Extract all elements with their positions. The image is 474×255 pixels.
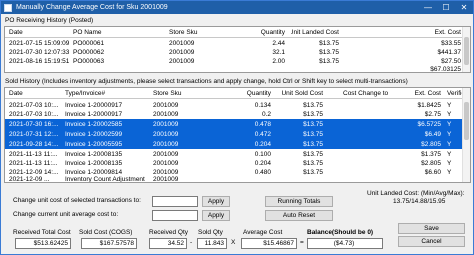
col-ext-cost[interactable]: Ext. Cost bbox=[403, 88, 443, 98]
col-quantity[interactable]: Quantity bbox=[223, 88, 273, 98]
auto-reset-button[interactable]: Auto Reset bbox=[265, 210, 333, 221]
balance-label: Balance(Should be 0) bbox=[307, 229, 374, 236]
sold-date: 2021-07-03 10:... bbox=[9, 110, 59, 118]
balance-value: ($4.73) bbox=[307, 238, 383, 249]
sold-vertical-scrollbar[interactable] bbox=[462, 88, 470, 182]
sold-date: 2021-09-28 14:... bbox=[9, 140, 59, 148]
save-button[interactable]: Save bbox=[398, 223, 465, 234]
unit-landed-cost-value: 13.75/14.88/15.95 bbox=[393, 198, 446, 205]
sold-cost-change[interactable] bbox=[341, 139, 401, 149]
close-button[interactable]: ✕ bbox=[455, 1, 473, 14]
sold-date: 2021-12-09 ... bbox=[9, 176, 50, 182]
sold-ext-cost: $2.75 bbox=[424, 110, 441, 118]
window-app-icon bbox=[4, 3, 12, 12]
sold-sku: 2001009 bbox=[153, 120, 179, 128]
col-type-invoice[interactable]: Type/Invoice# bbox=[63, 88, 143, 98]
col-po-name[interactable]: PO Name bbox=[71, 27, 151, 37]
sold-history-label: Sold History (Includes inventory adjustm… bbox=[5, 78, 408, 85]
apply-avg-cost-button[interactable]: Apply bbox=[202, 210, 230, 221]
scroll-thumb[interactable] bbox=[464, 37, 469, 65]
received-total-cost-label: Received Total Cost bbox=[13, 229, 71, 236]
sold-sku: 2001009 bbox=[153, 140, 179, 148]
sold-invoice: Invoice 1-20005595 bbox=[65, 140, 123, 148]
minimize-button[interactable]: — bbox=[419, 1, 437, 14]
sold-unit-cost: $13.75 bbox=[303, 120, 323, 128]
table-row[interactable]: 2021-12-09 ... Inventory Count Adjustmen… bbox=[5, 176, 464, 182]
sold-cost-change[interactable] bbox=[341, 119, 401, 129]
sold-invoice: Invoice 1-20000917 bbox=[65, 110, 123, 118]
sold-sku: 2001009 bbox=[153, 176, 179, 182]
sold-history-table[interactable]: Date Type/Invoice# Store Sku Quantity Un… bbox=[4, 87, 471, 183]
sold-ext-cost: $6.49 bbox=[424, 130, 441, 138]
sold-qty: 0.478 bbox=[254, 120, 271, 128]
sold-invoice: Inventory Count Adjustment bbox=[65, 176, 145, 182]
average-cost-label: Average Cost bbox=[243, 229, 283, 236]
sold-unit-cost: $13.75 bbox=[303, 110, 323, 118]
col-unit-landed-cost[interactable]: Unit Landed Cost bbox=[291, 27, 341, 37]
col-ext-cost[interactable]: Ext. Cost bbox=[395, 27, 463, 37]
unit-landed-cost-label: Unit Landed Cost: (Min/Avg/Max): bbox=[367, 190, 465, 197]
received-qty-value: 34.52 bbox=[149, 238, 187, 249]
po-total-row: $67.03125 bbox=[5, 64, 464, 73]
running-totals-button[interactable]: Running Totals bbox=[265, 196, 333, 207]
cancel-button[interactable]: Cancel bbox=[398, 236, 465, 247]
received-total-cost-value: $513.62425 bbox=[15, 238, 71, 249]
received-qty-label: Received Qty bbox=[149, 229, 189, 236]
sold-date: 2021-07-31 12:... bbox=[9, 130, 59, 138]
sold-unit-cost: $13.75 bbox=[303, 130, 323, 138]
col-store-sku[interactable]: Store Sku bbox=[167, 27, 227, 37]
col-store-sku[interactable]: Store Sku bbox=[151, 88, 211, 98]
sold-qty: 0.2 bbox=[261, 110, 271, 118]
sold-table-header: Date Type/Invoice# Store Sku Quantity Un… bbox=[5, 88, 465, 99]
table-row-selected[interactable]: 2021-07-30 16:... Invoice 1-20002585 200… bbox=[5, 119, 464, 129]
change-unit-cost-input[interactable] bbox=[152, 196, 198, 207]
sold-ext-cost: $2.805 bbox=[421, 140, 441, 148]
equals-sign: = bbox=[300, 239, 304, 246]
sold-date: 2021-07-30 16:... bbox=[9, 120, 59, 128]
change-unit-cost-label: Change unit cost of selected transaction… bbox=[13, 197, 141, 204]
scroll-thumb[interactable] bbox=[464, 102, 469, 140]
col-date[interactable]: Date bbox=[7, 88, 62, 98]
sold-qty-label: Sold Qty bbox=[198, 229, 223, 236]
sold-qty-value: 11.843 bbox=[197, 238, 227, 249]
sold-invoice: Invoice 1-20002599 bbox=[65, 130, 123, 138]
minus-sign: - bbox=[190, 239, 193, 246]
change-avg-cost-input[interactable] bbox=[152, 210, 198, 221]
po-vertical-scrollbar[interactable] bbox=[462, 27, 470, 72]
sold-cost-change[interactable] bbox=[341, 109, 401, 119]
title-bar: Manually Change Average Cost for Sku 200… bbox=[1, 1, 473, 14]
po-ext-cost-total: $67.03125 bbox=[430, 65, 461, 73]
sold-cost-change[interactable] bbox=[341, 129, 401, 139]
change-average-cost-window: Manually Change Average Cost for Sku 200… bbox=[0, 0, 474, 255]
apply-unit-cost-button[interactable]: Apply bbox=[202, 196, 230, 207]
col-quantity[interactable]: Quantity bbox=[235, 27, 287, 37]
po-table-header: Date PO Name Store Sku Quantity Unit Lan… bbox=[5, 27, 464, 38]
sold-ext-cost: $6.5725 bbox=[417, 120, 442, 128]
col-cost-change-to[interactable]: Cost Change to bbox=[341, 88, 401, 98]
sold-unit-cost: $13.75 bbox=[303, 140, 323, 148]
sold-cost-label: Sold Cost (COGS) bbox=[79, 229, 133, 236]
average-cost-value: $15.46867 bbox=[241, 238, 297, 249]
sold-qty: 0.204 bbox=[254, 140, 271, 148]
maximize-button[interactable]: ☐ bbox=[437, 1, 455, 14]
change-avg-cost-label: Change current unit average cost to: bbox=[13, 211, 119, 218]
sold-sku: 2001009 bbox=[153, 110, 179, 118]
table-row-selected[interactable]: 2021-09-28 14:... Invoice 1-20005595 200… bbox=[5, 139, 464, 149]
col-date[interactable]: Date bbox=[7, 27, 69, 37]
table-row[interactable]: 2021-07-03 10:... Invoice 1-20000917 200… bbox=[5, 109, 464, 119]
table-row-selected[interactable]: 2021-07-31 12:... Invoice 1-20002599 200… bbox=[5, 129, 464, 139]
col-unit-sold-cost[interactable]: Unit Sold Cost bbox=[275, 88, 325, 98]
sold-cost-value: $167.57578 bbox=[81, 238, 137, 249]
po-history-label: PO Receiving History (Posted) bbox=[5, 17, 94, 24]
times-sign: X bbox=[231, 239, 236, 246]
window-title: Manually Change Average Cost for Sku 200… bbox=[16, 4, 168, 11]
sold-invoice: Invoice 1-20002585 bbox=[65, 120, 123, 128]
sold-sku: 2001009 bbox=[153, 130, 179, 138]
sold-qty: 0.472 bbox=[254, 130, 271, 138]
po-history-table[interactable]: Date PO Name Store Sku Quantity Unit Lan… bbox=[4, 26, 471, 73]
